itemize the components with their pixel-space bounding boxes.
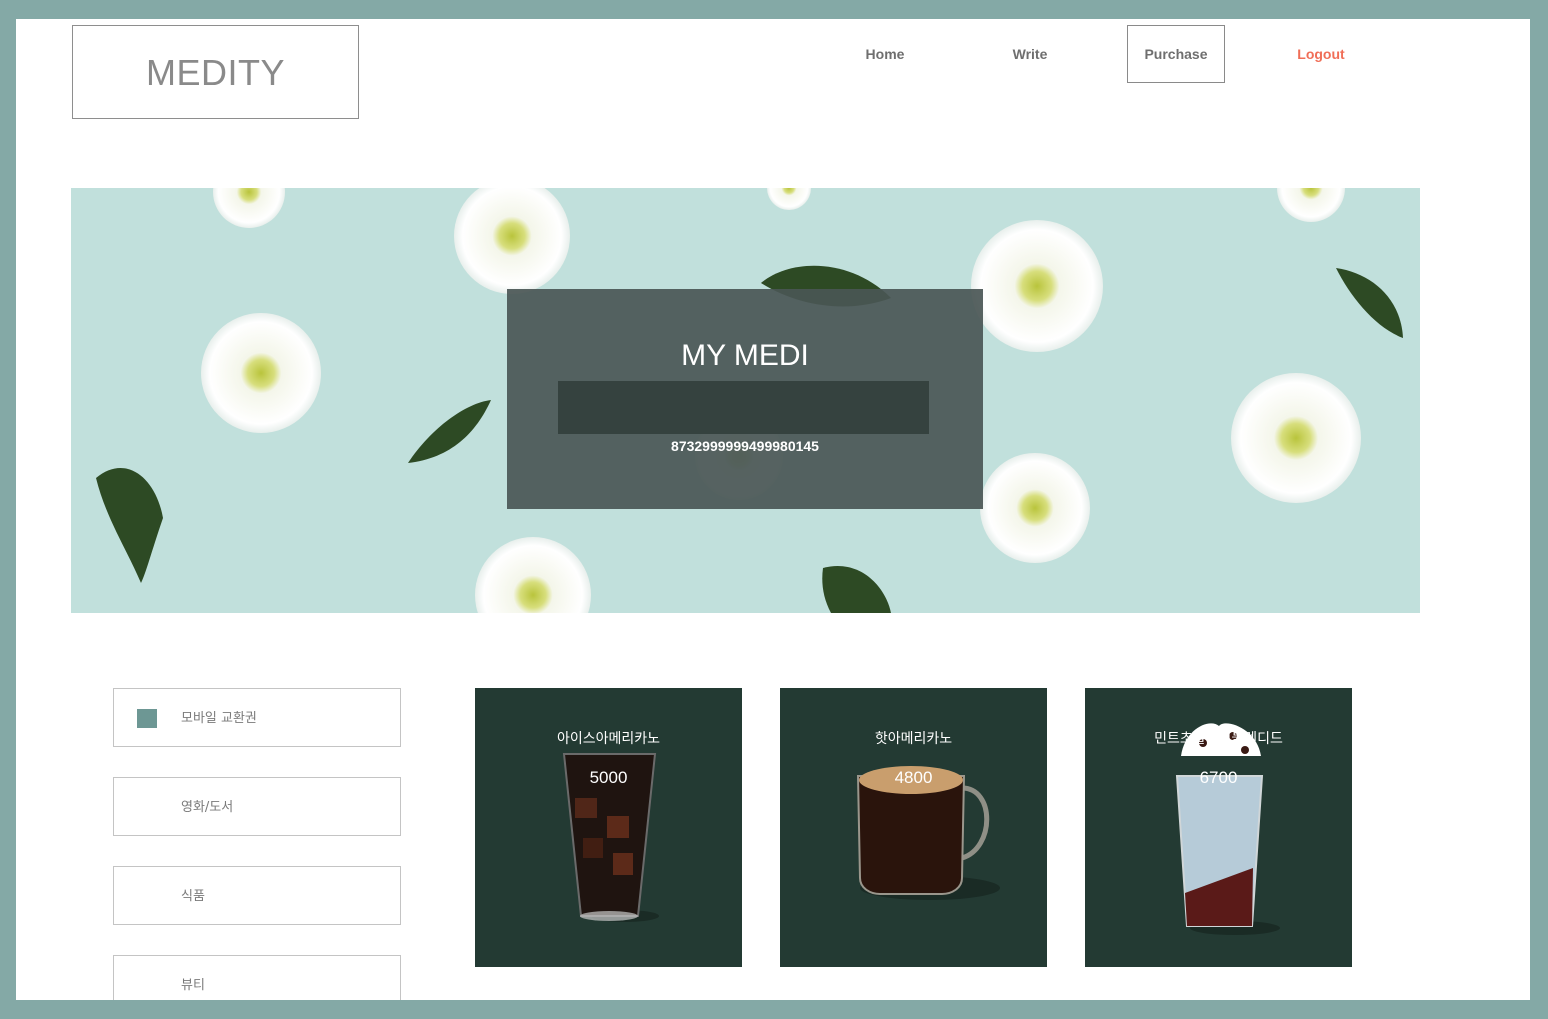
product-card-iced-americano[interactable]: 아이스아메리카노 5000 bbox=[475, 688, 742, 967]
product-name: 핫아메리카노 bbox=[874, 731, 953, 747]
category-food[interactable]: 식품 bbox=[113, 866, 401, 925]
product-price: 4800 bbox=[894, 768, 933, 787]
product-card-hot-americano[interactable]: 핫아메리카노 4800 bbox=[780, 688, 1047, 967]
category-mobile-voucher[interactable]: 모바일 교환권 bbox=[113, 688, 401, 747]
nav-purchase-link[interactable]: Purchase bbox=[1127, 25, 1225, 83]
category-label: 뷰티 bbox=[181, 978, 205, 993]
medi-code-input[interactable] bbox=[558, 381, 929, 434]
category-movie-books[interactable]: 영화/도서 bbox=[113, 777, 401, 836]
page: MEDITY Home Write Purchase Logout MY MED… bbox=[16, 19, 1530, 1000]
category-beauty[interactable]: 뷰티 bbox=[113, 955, 401, 1000]
category-label: 영화/도서 bbox=[181, 800, 234, 815]
my-medi-panel: MY MEDI 8732999999499980145 bbox=[507, 289, 983, 509]
nav-home-link[interactable]: Home bbox=[841, 25, 929, 83]
product-name: 아이스아메리카노 bbox=[556, 731, 661, 747]
selected-indicator bbox=[137, 709, 157, 728]
product-price: 5000 bbox=[589, 768, 628, 787]
my-medi-title: MY MEDI bbox=[681, 339, 809, 372]
product-card-mint-chocolate-blended[interactable]: 민트초콜릿칩블렌디드 6700 bbox=[1085, 688, 1352, 967]
hero-banner: MY MEDI 8732999999499980145 bbox=[71, 188, 1420, 613]
nav-write-link[interactable]: Write bbox=[986, 25, 1074, 83]
category-label: 식품 bbox=[181, 889, 205, 904]
nav-logout-link[interactable]: Logout bbox=[1278, 25, 1364, 83]
product-price: 6700 bbox=[1199, 768, 1238, 787]
logo[interactable]: MEDITY bbox=[72, 25, 359, 119]
medi-number: 8732999999499980145 bbox=[671, 438, 819, 454]
category-label: 모바일 교환권 bbox=[181, 711, 257, 726]
product-name: 민트초콜릿칩블렌디드 bbox=[1154, 731, 1283, 747]
